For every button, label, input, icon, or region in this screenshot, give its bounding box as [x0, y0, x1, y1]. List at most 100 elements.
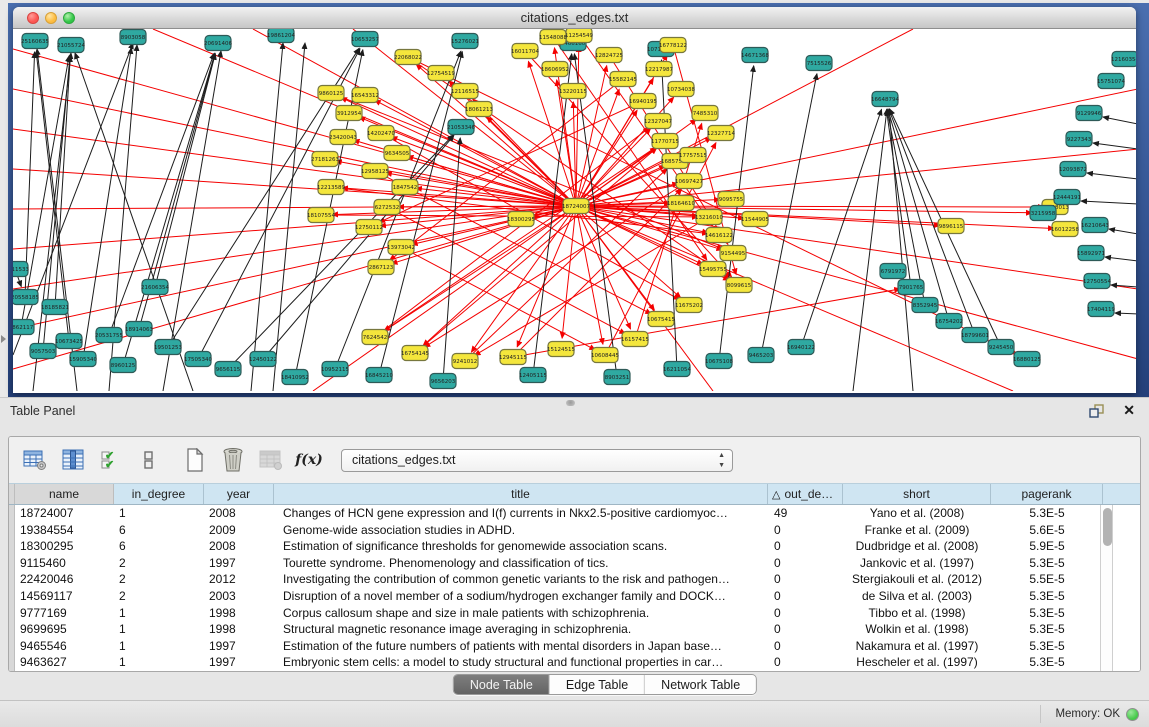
graph-node[interactable]: 15495755 — [699, 262, 727, 277]
close-icon[interactable]: ✕ — [1123, 402, 1135, 419]
graph-node[interactable]: 7901765 — [898, 280, 924, 295]
graph-node[interactable]: 9896115 — [938, 219, 964, 234]
graph-node[interactable]: 17404119 — [1087, 302, 1115, 317]
graph-node[interactable]: 18410952 — [281, 370, 309, 385]
graph-node[interactable]: 11548088 — [539, 30, 567, 45]
graph-node[interactable]: 25160635 — [21, 34, 49, 49]
graph-node[interactable]: 11675202 — [675, 298, 703, 313]
column-header-pagerank[interactable]: pagerank — [991, 484, 1103, 504]
column-header-year[interactable]: year — [204, 484, 274, 504]
graph-node[interactable]: 12405115 — [519, 368, 547, 383]
row-tools-icon[interactable] — [135, 445, 163, 475]
memory-ok-led-icon[interactable] — [1126, 708, 1139, 721]
graph-node[interactable]: 12327047 — [644, 114, 672, 129]
graph-node[interactable]: 10697427 — [675, 174, 703, 189]
function-builder-icon[interactable]: f(x) — [295, 445, 323, 475]
graph-node[interactable]: 18724007 — [562, 199, 590, 214]
graph-node[interactable]: 18300295 — [507, 212, 535, 227]
graph-node[interactable]: 13216010 — [695, 210, 723, 225]
graph-node[interactable]: 18799601 — [961, 328, 989, 343]
graph-node[interactable]: 1847542 — [392, 180, 418, 195]
graph-node[interactable]: 14671368 — [741, 48, 769, 63]
table-settings-icon[interactable] — [21, 445, 49, 475]
graph-node[interactable]: 20691406 — [204, 36, 232, 51]
graph-node[interactable]: 16880125 — [1013, 352, 1041, 367]
graph-node[interactable]: 13220115 — [559, 84, 587, 99]
graph-node[interactable]: 17505340 — [184, 352, 212, 367]
tab-network-table[interactable]: Network Table — [645, 675, 756, 694]
graph-node[interactable]: 12444191 — [1053, 190, 1081, 205]
graph-node[interactable]: 9465203 — [748, 348, 774, 363]
graph-node[interactable]: 9241012 — [452, 354, 478, 369]
graph-node[interactable]: 9129946 — [1076, 106, 1102, 121]
graph-node[interactable]: 10675108 — [705, 354, 733, 369]
table-vertical-scrollbar[interactable] — [1100, 505, 1113, 672]
graph-node[interactable]: 9154495 — [720, 246, 746, 261]
graph-node[interactable]: 15751074 — [1097, 74, 1125, 89]
column-header-title[interactable]: title — [274, 484, 768, 504]
graph-node[interactable]: 14616122 — [705, 228, 733, 243]
graph-node[interactable]: 12160354 — [1111, 52, 1136, 67]
network-window-titlebar[interactable]: citations_edges.txt — [13, 7, 1136, 29]
graph-node[interactable]: 7624542 — [362, 330, 388, 345]
graph-node[interactable]: 9245450 — [988, 340, 1014, 355]
select-columns-icon[interactable]: ✔ ✔ — [97, 445, 125, 475]
graph-node[interactable]: 8903058 — [120, 30, 146, 45]
graph-node[interactable]: 10673425 — [55, 334, 83, 349]
graph-node[interactable]: 9860125 — [318, 86, 344, 101]
graph-node[interactable]: 15124515 — [547, 342, 575, 357]
graph-node[interactable]: 11770715 — [651, 134, 679, 149]
graph-node[interactable]: 11254549 — [565, 29, 593, 43]
graph-node[interactable]: 18164610 — [667, 196, 695, 211]
graph-node[interactable]: 16211054 — [663, 362, 691, 377]
graph-node[interactable]: 15582145 — [609, 72, 637, 87]
table-row[interactable]: 911546021997Tourette syndrome. Phenomeno… — [9, 555, 1140, 572]
graph-node[interactable]: 12217987 — [645, 62, 673, 77]
graph-node[interactable]: 16011704 — [511, 44, 539, 59]
table-row[interactable]: 946362711997Embryonic stem cells: a mode… — [9, 654, 1140, 671]
column-header-out_degree[interactable]: △out_de… — [768, 484, 843, 504]
graph-node[interactable]: 10653257 — [351, 32, 379, 47]
graph-node[interactable]: 12327714 — [707, 126, 735, 141]
graph-node[interactable]: 15892971 — [1077, 246, 1105, 261]
graph-node[interactable]: 16543312 — [351, 88, 379, 103]
graph-node[interactable]: 9227343 — [1066, 132, 1092, 147]
graph-node[interactable]: 16754145 — [401, 346, 429, 361]
graph-node[interactable]: 16940122 — [787, 340, 815, 355]
graph-node[interactable]: 12750554 — [1083, 274, 1111, 289]
graph-node[interactable]: 12450122 — [249, 352, 277, 367]
graph-node[interactable]: 16210643 — [1081, 218, 1109, 233]
graph-node[interactable]: 9656203 — [430, 374, 456, 389]
graph-node[interactable]: 15905340 — [69, 352, 97, 367]
graph-node[interactable]: 13973042 — [387, 240, 415, 255]
graph-node[interactable]: 9862117 — [13, 320, 34, 335]
graph-node[interactable]: 18185821 — [41, 300, 69, 315]
graph-node[interactable]: 16211533 — [13, 262, 29, 277]
graph-node[interactable]: 12754519 — [427, 66, 455, 81]
graph-node[interactable]: 15276021 — [451, 34, 479, 49]
graph-node[interactable]: 2867123 — [368, 260, 394, 275]
graph-node[interactable]: 6272532 — [374, 200, 400, 215]
table-row[interactable]: 946554611997Estimation of the future num… — [9, 638, 1140, 655]
graph-node[interactable]: 9095755 — [718, 192, 744, 207]
table-row[interactable]: 1456911722003Disruption of a novel membe… — [9, 588, 1140, 605]
graph-node[interactable]: 21606354 — [141, 280, 169, 295]
graph-node[interactable]: 18606952 — [541, 62, 569, 77]
graph-node[interactable]: 18914063 — [125, 322, 153, 337]
scrollbar-thumb[interactable] — [1103, 508, 1112, 546]
graph-node[interactable]: 8099615 — [726, 278, 752, 293]
graph-node[interactable]: 12824725 — [595, 48, 623, 63]
tab-node-table[interactable]: Node Table — [454, 675, 550, 694]
graph-node[interactable]: 12945115 — [499, 350, 527, 365]
graph-node[interactable]: 10952115 — [321, 362, 349, 377]
graph-node[interactable]: 8352945 — [912, 298, 938, 313]
column-header-name[interactable]: name — [15, 484, 114, 504]
graph-node[interactable]: 21055724 — [57, 38, 85, 53]
graph-node[interactable]: 3912954 — [336, 106, 362, 121]
graph-node[interactable]: 18107554 — [307, 208, 335, 223]
graph-node[interactable]: 12958125 — [361, 164, 389, 179]
graph-node[interactable]: 9656115 — [215, 362, 241, 377]
table-row[interactable]: 1872400712008Changes of HCN gene express… — [9, 505, 1140, 522]
graph-node[interactable]: 16157415 — [621, 332, 649, 347]
table-row[interactable]: 1938455462009Genome-wide association stu… — [9, 522, 1140, 539]
